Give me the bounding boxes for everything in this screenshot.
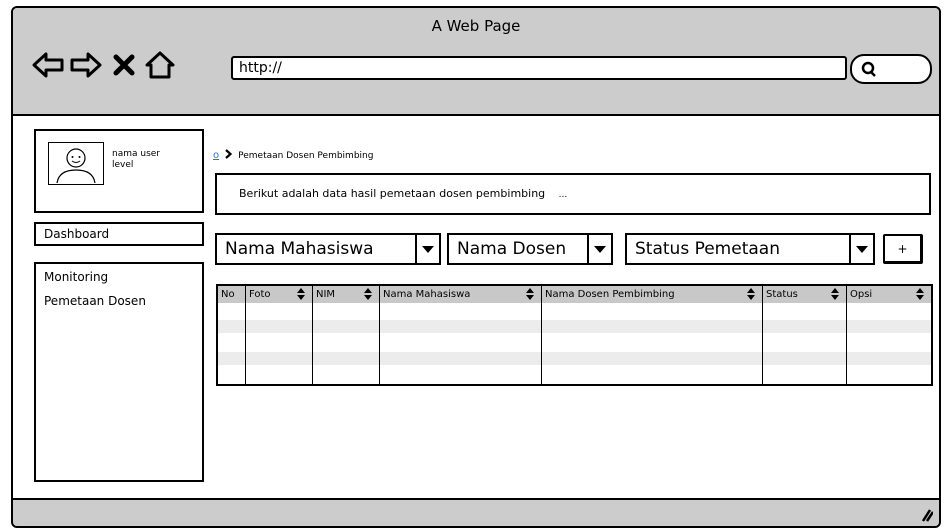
chevron-right-icon [225,149,233,162]
info-message: Berikut adalah data hasil pemetaan dosen… [215,173,931,215]
sort-icon[interactable] [830,288,840,300]
column-header-nim-label: NIM [316,289,336,300]
sidebar-item-monitoring[interactable]: Monitoring [44,270,194,284]
back-arrow-icon[interactable] [31,48,65,82]
info-ellipsis: ... [558,190,568,200]
add-button[interactable]: + [883,234,923,264]
status-pemetaan-select-value: Status Pemetaan [635,239,780,259]
chevron-down-icon[interactable] [415,235,439,263]
sidebar-item-dashboard[interactable]: Dashboard [34,222,204,246]
column-header-opsi-label: Opsi [850,289,873,300]
nama-dosen-select[interactable]: Nama Dosen [447,233,613,265]
sort-icon[interactable] [746,288,756,300]
column-nim: NIM [313,286,380,384]
column-header-opsi[interactable]: Opsi [847,286,931,303]
sidebar-item-pemetaan-dosen[interactable]: Pemetaan Dosen [44,294,194,308]
column-header-status-label: Status [766,289,798,300]
column-nama-mahasiswa: Nama Mahasiswa [380,286,542,384]
sort-icon[interactable] [915,288,925,300]
search-button[interactable] [850,54,932,84]
chevron-down-icon[interactable] [587,235,611,263]
data-table: No Foto NIM Nama Mahasiswa Nama Dosen Pe… [216,284,933,386]
page-content: nama user level Dashboard Monitoring Pem… [13,116,939,500]
nama-mahasiswa-select-value: Nama Mahasiswa [225,239,374,259]
avatar [48,142,104,185]
column-status: Status [763,286,847,384]
window-title: A Web Page [431,17,521,35]
column-header-nama-dosen-pembimbing-label: Nama Dosen Pembimbing [545,289,675,300]
browser-window: A Web Page http:// nama user level Dashb… [11,6,941,528]
user-name: nama user [112,149,160,159]
column-header-nim[interactable]: NIM [313,286,379,303]
nama-dosen-select-value: Nama Dosen [457,239,567,259]
home-icon[interactable] [143,48,177,82]
column-header-foto-label: Foto [249,289,271,300]
sort-icon[interactable] [296,288,306,300]
column-header-nama-mahasiswa[interactable]: Nama Mahasiswa [380,286,541,303]
sidebar-menu: Monitoring Pemetaan Dosen [34,262,204,482]
nama-mahasiswa-select[interactable]: Nama Mahasiswa [215,233,441,265]
info-text: Berikut adalah data hasil pemetaan dosen… [239,187,546,200]
column-no: No [218,286,246,384]
breadcrumb: o Pemetaan Dosen Pembimbing [213,149,373,162]
column-header-foto[interactable]: Foto [246,286,312,303]
column-header-status[interactable]: Status [763,286,846,303]
user-profile-card: nama user level [34,129,204,213]
search-icon [861,61,876,77]
stop-close-icon[interactable] [107,48,141,82]
column-nama-dosen-pembimbing: Nama Dosen Pembimbing [542,286,763,384]
browser-toolbar: A Web Page http:// [13,8,939,116]
column-header-no: No [218,286,245,303]
breadcrumb-home-link[interactable]: o [213,150,219,161]
status-bar [13,498,939,526]
chevron-down-icon[interactable] [849,235,873,263]
sort-icon[interactable] [525,288,535,300]
column-foto: Foto [246,286,313,384]
status-pemetaan-select[interactable]: Status Pemetaan [625,233,875,265]
url-input[interactable]: http:// [231,56,847,80]
forward-arrow-icon[interactable] [69,48,103,82]
column-opsi: Opsi [847,286,931,384]
resize-grip-icon[interactable] [917,508,933,522]
user-info: nama user level [112,149,160,171]
breadcrumb-current: Pemetaan Dosen Pembimbing [238,150,374,161]
sort-icon[interactable] [363,288,373,300]
column-header-nama-dosen-pembimbing[interactable]: Nama Dosen Pembimbing [542,286,762,303]
user-level: level [112,160,134,170]
column-header-nama-mahasiswa-label: Nama Mahasiswa [383,289,471,300]
